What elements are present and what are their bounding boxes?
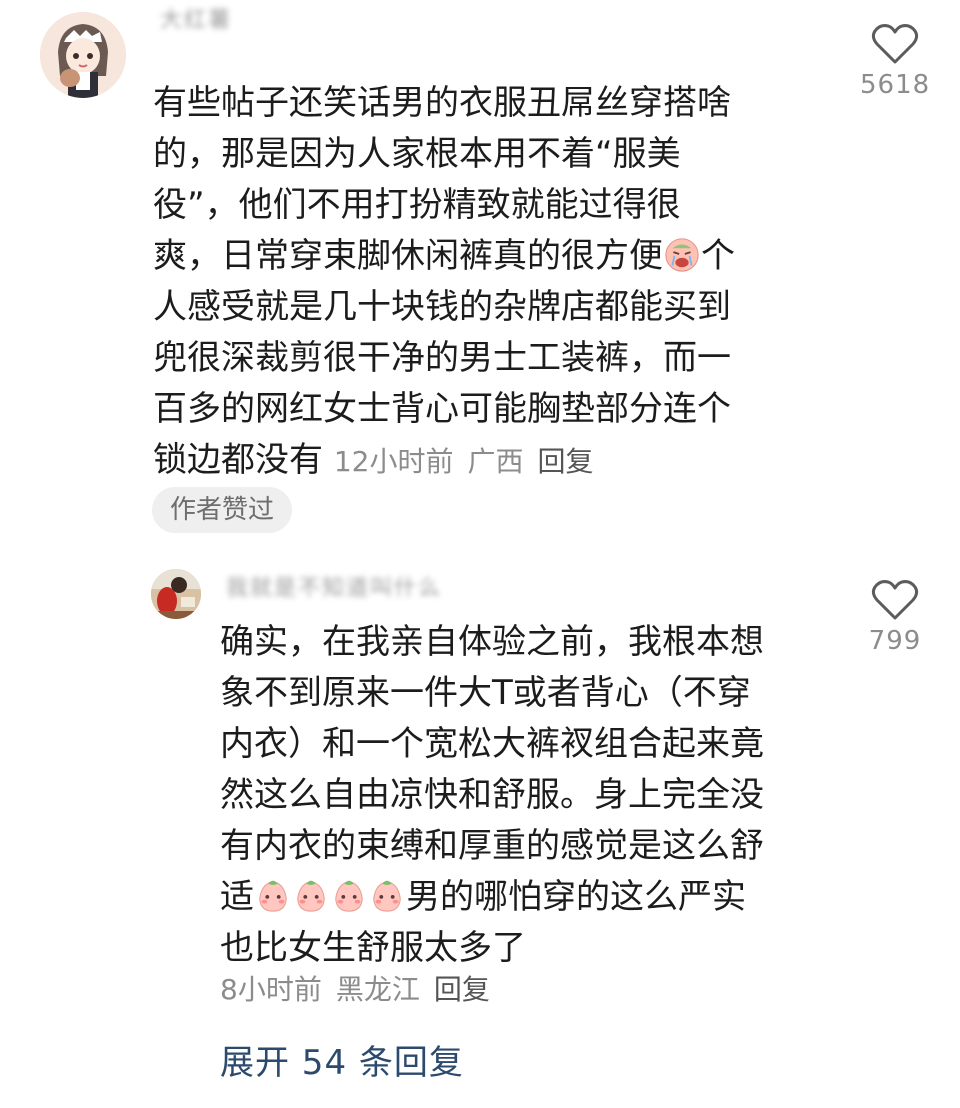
comment-text: 确实，在我亲自体验之前，我根本想 象不到原来一件大T或者背心（不穿 内衣）和一个…: [220, 617, 830, 974]
heart-outline-icon: [871, 24, 919, 64]
comment-line: 然这么自由凉快和舒服。身上完全没: [220, 775, 764, 815]
comment-meta: 12小时前 广西 回复: [334, 445, 608, 478]
comment-location: 广西: [467, 445, 524, 478]
comment-line: 内衣）和一个宽松大裤衩组合起来竟: [220, 724, 764, 764]
comment-line: 男的哪怕穿的这么严实: [406, 877, 746, 917]
like-count: 5618: [860, 70, 931, 100]
peach-face-emoji-icon: [259, 880, 287, 912]
user-avatar[interactable]: [151, 569, 201, 619]
comment-line: 有内衣的束缚和厚重的感觉是这么舒: [220, 826, 764, 866]
comment-location: 黑龙江: [335, 973, 420, 1006]
username-blurred[interactable]: 我就是不知道叫什么: [226, 572, 646, 601]
comment-line: 也比女生舒服太多了: [220, 928, 526, 968]
comment-line: 人感受就是几十块钱的杂牌店都能买到: [153, 287, 731, 327]
comment-meta: 8小时前 黑龙江 回复: [220, 968, 504, 1008]
comment-line: 百多的网红女士背心可能胸垫部分连个: [153, 389, 731, 429]
comment-line: 爽，日常穿束脚休闲裤真的很方便: [153, 236, 663, 276]
comment-line: 适: [220, 877, 254, 917]
anime-girl-avatar-icon: [40, 12, 126, 98]
user-avatar[interactable]: [40, 12, 126, 98]
reply-button[interactable]: 回复: [434, 973, 490, 1006]
like-button[interactable]: 5618: [860, 22, 930, 100]
comment-time: 8小时前: [220, 973, 322, 1006]
comment-line: 确实，在我亲自体验之前，我根本想: [220, 622, 764, 662]
like-count: 799: [868, 626, 922, 656]
peach-face-emoji-icon: [297, 880, 325, 912]
peach-face-emoji-icon: [373, 880, 401, 912]
comment-line: 有些帖子还笑话男的衣服丑屌丝穿搭啥: [153, 83, 731, 123]
username-blurred[interactable]: 大红薯: [160, 4, 380, 33]
comment-line: 的，那是因为人家根本用不着“服美: [153, 134, 681, 174]
crying-face-emoji-icon: [665, 238, 699, 272]
comment-line: 象不到原来一件大T或者背心（不穿: [220, 673, 751, 713]
comment-line: 锁边都没有: [153, 440, 323, 480]
expand-replies-link[interactable]: 展开 54 条回复: [220, 1035, 464, 1084]
like-button[interactable]: 799: [860, 578, 930, 656]
reply-button[interactable]: 回复: [537, 445, 593, 478]
comment-text: 有些帖子还笑话男的衣服丑屌丝穿搭啥 的，那是因为人家根本用不着“服美 役”，他们…: [153, 78, 813, 487]
comment-line: 役”，他们不用打扮精致就能过得很: [153, 185, 681, 225]
author-liked-badge: 作者赞过: [152, 487, 293, 533]
comment-line: 个: [701, 236, 735, 276]
photo-avatar-icon: [151, 569, 201, 619]
peach-face-emoji-icon: [335, 880, 363, 912]
comment-line: 兜很深裁剪很干净的男士工装裤，而一: [153, 338, 731, 378]
heart-outline-icon: [871, 580, 919, 620]
comment-time: 12小时前: [333, 445, 454, 478]
